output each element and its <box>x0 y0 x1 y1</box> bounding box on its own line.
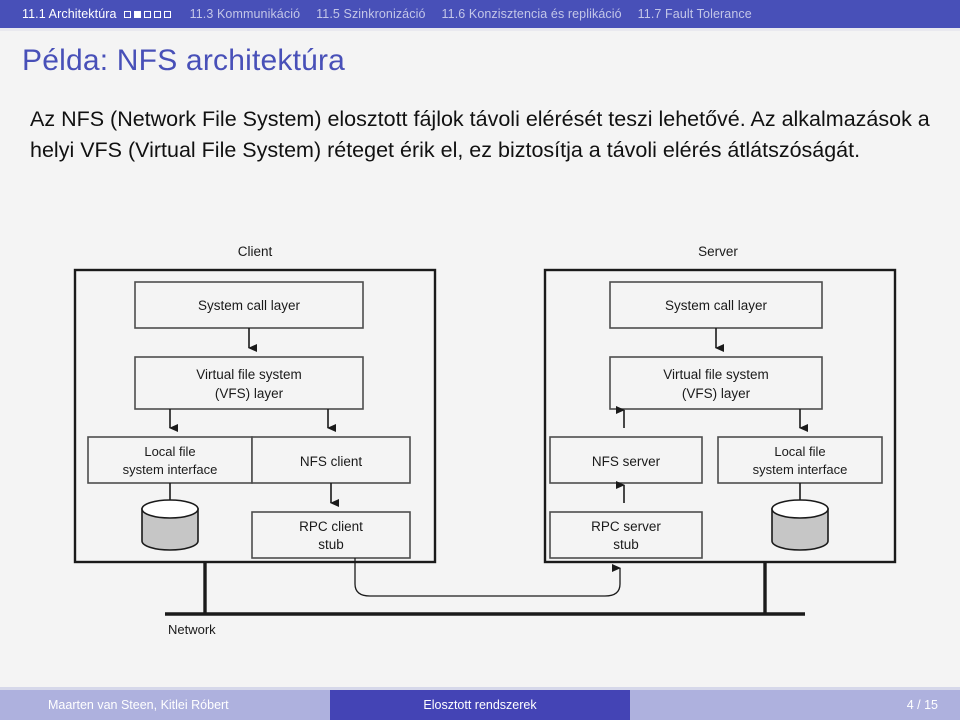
slide-footer: Maarten van Steen, Kitlei Róbert Eloszto… <box>0 690 960 720</box>
slide-dot-5[interactable] <box>163 10 171 18</box>
nav-section-label: 11.5 Szinkronizáció <box>316 7 426 21</box>
slide-body-text: Az NFS (Network File System) elosztott f… <box>30 107 930 162</box>
slide-progress-dots <box>123 10 174 18</box>
client-rpc-stub-label-line1: RPC client <box>299 519 363 534</box>
server-label: Server <box>698 244 738 259</box>
server-nfs-server-label: NFS server <box>592 454 661 469</box>
nav-section-11-5[interactable]: 11.5 Szinkronizáció <box>316 7 425 21</box>
server-disk-icon <box>771 499 829 551</box>
slide-dot-2-current[interactable] <box>133 10 141 18</box>
nav-section-label: 11.6 Konzisztencia és replikáció <box>441 7 622 21</box>
client-label: Client <box>238 244 273 259</box>
rpc-call-path-client-to-server <box>354 558 621 597</box>
nfs-architecture-diagram: Client System call layer Virtual file sy… <box>0 232 960 652</box>
slide-title: Példa: NFS architektúra <box>22 44 346 77</box>
client-vfs-layer-label-line2: (VFS) layer <box>215 386 284 401</box>
slide-dot-1[interactable] <box>123 10 131 18</box>
nav-section-11-7[interactable]: 11.7 Fault Tolerance <box>638 7 752 21</box>
nav-section-11-6[interactable]: 11.6 Konzisztencia és replikáció <box>442 7 622 21</box>
nav-section-11-1[interactable]: 11.1 Architektúra <box>22 7 174 21</box>
server-local-fs-label-line2: system interface <box>753 462 848 477</box>
client-vfs-layer-label-line1: Virtual file system <box>196 367 302 382</box>
server-system-call-layer-label: System call layer <box>665 298 768 313</box>
server-vfs-layer-box <box>609 356 823 410</box>
server-rpc-stub-label-line2: stub <box>613 537 639 552</box>
client-local-fs-label-line2: system interface <box>123 462 218 477</box>
slide-root: 11.1 Architektúra 11.3 Kommunikáció 11.5… <box>0 0 960 720</box>
client-vfs-layer-box <box>134 356 364 410</box>
footer-course-title: Elosztott rendszerek <box>330 690 630 720</box>
server-vfs-layer-label-line1: Virtual file system <box>663 367 769 382</box>
footer-author: Maarten van Steen, Kitlei Róbert <box>0 690 330 720</box>
client-rpc-stub-label-line2: stub <box>318 537 344 552</box>
section-navigation-bar: 11.1 Architektúra 11.3 Kommunikáció 11.5… <box>0 0 960 28</box>
server-local-fs-label-line1: Local file <box>774 444 825 459</box>
nav-section-label: 11.1 Architektúra <box>22 7 117 21</box>
client-nfs-client-label: NFS client <box>300 454 363 469</box>
client-disk-icon <box>141 499 199 551</box>
slide-dot-3[interactable] <box>143 10 151 18</box>
server-rpc-stub-label-line1: RPC server <box>591 519 661 534</box>
slide-dot-4[interactable] <box>153 10 161 18</box>
server-vfs-layer-label-line2: (VFS) layer <box>682 386 751 401</box>
footer-page-number: 4 / 15 <box>630 690 960 720</box>
nav-section-label: 11.3 Kommunikáció <box>189 7 301 21</box>
navbar-underline <box>0 28 960 31</box>
client-local-fs-label-line1: Local file <box>144 444 195 459</box>
nav-section-label: 11.7 Fault Tolerance <box>637 7 752 21</box>
client-system-call-layer-label: System call layer <box>198 298 301 313</box>
nav-section-11-3[interactable]: 11.3 Kommunikáció <box>190 7 301 21</box>
network-label: Network <box>168 622 216 637</box>
